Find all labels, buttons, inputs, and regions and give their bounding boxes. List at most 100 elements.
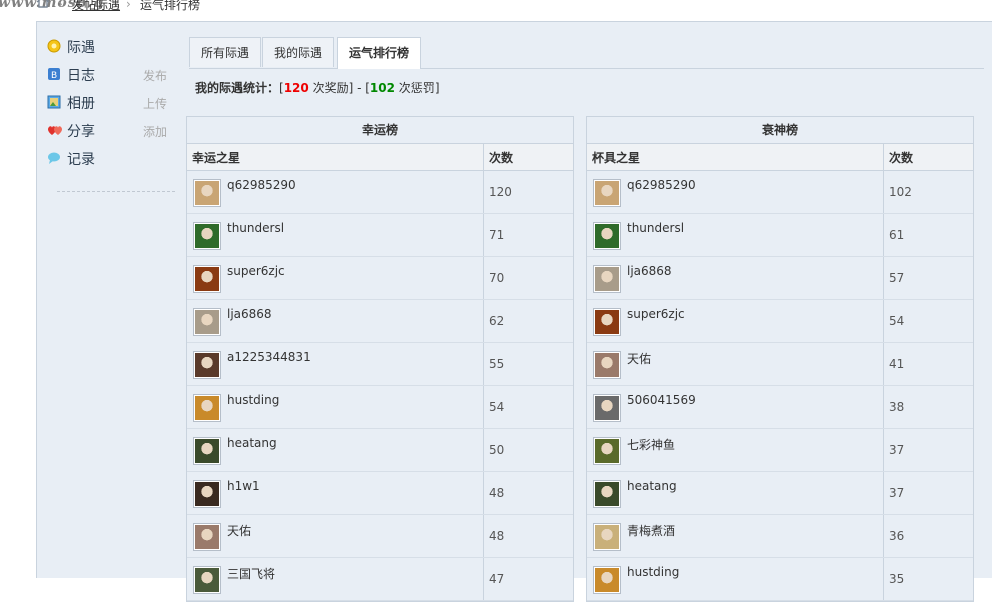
username-link[interactable]: 三国飞将: [227, 565, 275, 582]
username-link[interactable]: super6zjc: [227, 264, 285, 278]
username-link[interactable]: lja6868: [227, 307, 272, 321]
avatar[interactable]: [193, 222, 221, 250]
panel-title: 衰神榜: [587, 117, 973, 144]
count-cell: 37: [883, 428, 973, 472]
username-link[interactable]: q62985290: [627, 178, 696, 192]
breadcrumb-parent-link[interactable]: 发帖际遇: [72, 0, 120, 13]
table-row: a1225344831 55: [187, 342, 573, 386]
count-cell: 54: [483, 385, 573, 429]
avatar[interactable]: [593, 179, 621, 207]
sidebar-item-blog[interactable]: B 日志 发布: [47, 64, 167, 92]
username-link[interactable]: lja6868: [627, 264, 672, 278]
breadcrumb-separator: ›: [58, 0, 63, 11]
avatar[interactable]: [193, 394, 221, 422]
add-share-link[interactable]: 添加: [143, 123, 167, 140]
unlucky-ranking-table: 杯具之星 次数 q62985290 102 thundersl 61 lja6868 57…: [587, 144, 973, 601]
table-row: thundersl 71: [187, 213, 573, 257]
sidebar-divider: [57, 191, 175, 192]
avatar[interactable]: [193, 265, 221, 293]
avatar[interactable]: [593, 566, 621, 594]
username-link[interactable]: 506041569: [627, 393, 696, 407]
username-link[interactable]: thundersl: [627, 221, 684, 235]
username-link[interactable]: 天佑: [627, 350, 651, 367]
count-cell: 48: [483, 514, 573, 558]
username-link[interactable]: super6zjc: [627, 307, 685, 321]
sidebar-item-album[interactable]: 相册 上传: [47, 92, 167, 120]
user-cell: super6zjc: [187, 256, 484, 300]
column-header-user: 杯具之星: [587, 144, 884, 171]
avatar[interactable]: [193, 566, 221, 594]
avatar[interactable]: [593, 265, 621, 293]
username-link[interactable]: hustding: [227, 393, 279, 407]
username-link[interactable]: 七彩神鱼: [627, 436, 675, 453]
avatar[interactable]: [593, 523, 621, 551]
count-cell: 50: [483, 428, 573, 472]
username-link[interactable]: a1225344831: [227, 350, 311, 364]
panel-title: 幸运榜: [187, 117, 573, 144]
user-cell: heatang: [587, 471, 884, 515]
avatar-image: [195, 439, 219, 463]
avatar-image: [195, 525, 219, 549]
user-cell: heatang: [187, 428, 484, 472]
publish-blog-link[interactable]: 发布: [143, 67, 167, 84]
count-cell: 61: [883, 213, 973, 257]
avatar[interactable]: [193, 351, 221, 379]
username-link[interactable]: h1w1: [227, 479, 260, 493]
tab-my-encounters[interactable]: 我的际遇: [262, 37, 335, 67]
sidebar-item-label: 记录: [67, 152, 95, 168]
avatar[interactable]: [593, 351, 621, 379]
sidebar-item-label: 日志: [67, 68, 95, 84]
tab-all-encounters[interactable]: 所有际遇: [189, 37, 262, 67]
user-cell: 三国飞将: [187, 557, 484, 601]
username-link[interactable]: q62985290: [227, 178, 296, 192]
avatar[interactable]: [593, 394, 621, 422]
encounter-stats: 我的际遇统计：[120 次奖励] - [102 次惩罚]: [195, 81, 440, 95]
avatar-image: [595, 181, 619, 205]
encounter-icon: [47, 39, 61, 53]
username-link[interactable]: 青梅煮酒: [627, 522, 675, 539]
user-cell: super6zjc: [587, 299, 884, 343]
avatar[interactable]: [593, 308, 621, 336]
upload-photo-link[interactable]: 上传: [143, 95, 167, 112]
avatar-image: [595, 353, 619, 377]
user-cell: q62985290: [187, 170, 484, 214]
sidebar-item-share[interactable]: 分享 添加: [47, 120, 167, 148]
avatar-image: [195, 310, 219, 334]
avatar[interactable]: [593, 480, 621, 508]
sidebar-item-label: 相册: [67, 96, 95, 112]
table-row: h1w1 48: [187, 471, 573, 515]
table-row: lja6868 62: [187, 299, 573, 343]
table-row: 506041569 38: [587, 385, 973, 429]
user-cell: 506041569: [587, 385, 884, 429]
sidebar-item-record[interactable]: 记录: [47, 148, 167, 176]
avatar[interactable]: [593, 437, 621, 465]
avatar-image: [595, 482, 619, 506]
avatar[interactable]: [193, 179, 221, 207]
share-icon: [47, 123, 62, 137]
username-link[interactable]: heatang: [227, 436, 277, 450]
avatar[interactable]: [193, 308, 221, 336]
column-header-count: 次数: [883, 144, 973, 171]
user-cell: q62985290: [587, 170, 884, 214]
home-icon[interactable]: [36, 0, 50, 8]
count-cell: 62: [483, 299, 573, 343]
avatar[interactable]: [193, 523, 221, 551]
unlucky-ranking-panel: 衰神榜 杯具之星 次数 q62985290 102 thundersl 61 lja68…: [586, 116, 974, 602]
user-cell: a1225344831: [187, 342, 484, 386]
table-row: 七彩神鱼 37: [587, 428, 973, 472]
user-cell: 七彩神鱼: [587, 428, 884, 472]
penalty-text: 次惩罚: [394, 81, 435, 95]
username-link[interactable]: 天佑: [227, 522, 251, 539]
avatar[interactable]: [193, 437, 221, 465]
avatar[interactable]: [193, 480, 221, 508]
avatar-image: [595, 525, 619, 549]
avatar[interactable]: [593, 222, 621, 250]
tab-luck-ranking[interactable]: 运气排行榜: [337, 37, 422, 69]
table-row: 三国飞将 47: [187, 557, 573, 601]
username-link[interactable]: heatang: [627, 479, 677, 493]
table-row: heatang 50: [187, 428, 573, 472]
username-link[interactable]: thundersl: [227, 221, 284, 235]
user-cell: hustding: [587, 557, 884, 601]
sidebar-item-encounter[interactable]: 际遇: [47, 36, 167, 64]
table-row: 青梅煮酒 36: [587, 514, 973, 558]
